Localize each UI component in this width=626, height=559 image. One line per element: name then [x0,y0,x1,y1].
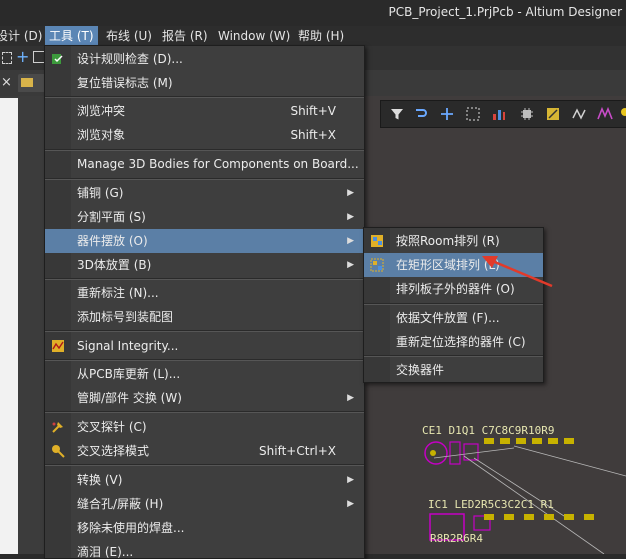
signal-integrity-icon [52,340,64,352]
menu-window[interactable]: Window (W) [214,26,294,46]
cross-select-icon [52,445,65,458]
pad-row1-a [484,438,494,444]
menu-separator [45,331,364,332]
menu-item-drc[interactable]: 设计规则检查 (D)... [45,47,364,71]
polygon-icon[interactable] [545,106,561,122]
menu-item-3d-body-placement[interactable]: 3D体放置 (B) ▶ [45,253,364,277]
menu-item-manage-3d-bodies[interactable]: Manage 3D Bodies for Components on Board… [45,152,364,176]
component-icon[interactable] [519,106,535,122]
menu-bar: 设计 (D) 工具 (T) 布线 (U) 报告 (R) Window (W) 帮… [0,26,626,46]
submenu-arrow-icon: ▶ [347,188,354,198]
pad-row2-a [484,514,494,520]
menu-separator [45,150,364,151]
menu-item-teardrops[interactable]: 滴泪 (E)... [45,540,364,558]
place-plus-icon[interactable] [439,106,455,122]
menu-item-via-stitching-shielding[interactable]: 缝合孔/屏蔽 (H) ▶ [45,492,364,516]
menu-item-convert[interactable]: 转换 (V) ▶ [45,468,364,492]
menu-item-browse-objects[interactable]: 浏览对象 Shift+X [45,123,364,147]
menu-separator [45,360,364,361]
window-title: PCB_Project_1.PrjPcb - Altium Designer [388,5,623,19]
select-rect-icon[interactable] [2,52,12,64]
pcb-designators-row2: IC1 LED2R5C3C2C1 R1 [428,498,554,511]
submenu-arrow-icon: ▶ [347,260,354,270]
tools-menu: 设计规则检查 (D)... 复位错误标志 (M) 浏览冲突 Shift+V 浏览… [44,45,365,559]
ce1-pad [430,450,436,456]
folder-icon [21,78,33,87]
menu-separator [45,412,364,413]
pad-row1-b [500,438,510,444]
submenu-item-place-from-file[interactable]: 依据文件放置 (F)... [364,306,543,330]
menu-help[interactable]: 帮助 (H) [294,26,348,46]
pin-icon[interactable] [619,106,626,122]
menu-item-cross-probe[interactable]: 交叉探针 (C) [45,415,364,439]
submenu-arrow-icon: ▶ [347,212,354,222]
submenu-arrow-icon: ▶ [347,236,354,246]
differential-pair-icon[interactable] [597,106,613,122]
menu-separator [364,304,543,305]
title-bar: PCB_Project_1.PrjPcb - Altium Designer [0,0,626,26]
arrange-rectangle-icon [370,258,384,272]
align-icon[interactable] [491,106,507,122]
menu-item-update-from-pcb-library[interactable]: 从PCB库更新 (L)... [45,362,364,386]
submenu-arrow-icon: ▶ [347,475,354,485]
drc-icon [52,54,63,64]
left-panel [0,96,44,554]
pad-row2-c [524,514,534,520]
menu-route[interactable]: 布线 (U) [102,26,156,46]
menu-item-cross-select-mode[interactable]: 交叉选择模式 Shift+Ctrl+X [45,439,364,463]
menu-item-browse-violations[interactable]: 浏览冲突 Shift+V [45,99,364,123]
menu-item-remove-unused-pads[interactable]: 移除未使用的焊盘... [45,516,364,540]
pad-row1-f [564,438,574,444]
pad-row2-f [584,514,594,520]
menu-separator [45,279,364,280]
pcb-designators-row3: R8R2R6R4 [430,532,483,545]
menu-reports[interactable]: 报告 (R) [158,26,212,46]
menu-item-split-planes[interactable]: 分割平面 (S) ▶ [45,205,364,229]
menu-item-component-placement[interactable]: 器件摆放 (O) ▶ [45,229,364,253]
left-panel-strip [0,98,18,554]
ratsnest-4 [513,445,626,477]
select-area-icon[interactable] [465,106,481,122]
track-icon[interactable] [571,106,587,122]
submenu-item-reposition-selected[interactable]: 重新定位选择的器件 (C) [364,330,543,354]
filter-icon[interactable] [389,106,405,122]
menu-item-polygon-pours[interactable]: 铺铜 (G) ▶ [45,181,364,205]
menu-item-signal-integrity[interactable]: Signal Integrity... [45,334,364,358]
pad-row2-b [504,514,514,520]
menu-item-re-annotate[interactable]: 重新标注 (N)... [45,281,364,305]
arrange-room-icon [371,235,383,247]
menu-separator [45,97,364,98]
pad-row2-d [544,514,554,520]
pcb-active-bar [380,100,626,128]
menu-design[interactable]: 设计 (D) [0,26,46,46]
menu-tools[interactable]: 工具 (T) [45,26,98,46]
menu-item-pin-part-swapping[interactable]: 管脚/部件 交换 (W) ▶ [45,386,364,410]
d1-body [449,441,461,465]
submenu-arrow-icon: ▶ [347,393,354,403]
menu-separator [364,356,543,357]
pad-row1-e [548,438,558,444]
menu-separator [45,465,364,466]
pcb-designators-row1: CE1 D1Q1 C7C8C9R10R9 [422,424,555,437]
pad-row1-d [532,438,542,444]
plus-icon[interactable]: + [16,48,29,66]
cross-probe-icon [52,422,63,433]
pad-row1-c [516,438,526,444]
pad-row2-e [564,514,574,520]
menu-item-reset-error-markers[interactable]: 复位错误标志 (M) [45,71,364,95]
submenu-arrow-icon: ▶ [347,499,354,509]
close-icon[interactable]: × [1,75,12,90]
menu-separator [45,179,364,180]
submenu-item-swap-components[interactable]: 交换器件 [364,358,543,382]
interactive-route-icon[interactable] [413,106,429,122]
annotation-arrow-icon [482,256,553,288]
menu-item-add-designators-assembly[interactable]: 添加标号到装配图 [45,305,364,329]
